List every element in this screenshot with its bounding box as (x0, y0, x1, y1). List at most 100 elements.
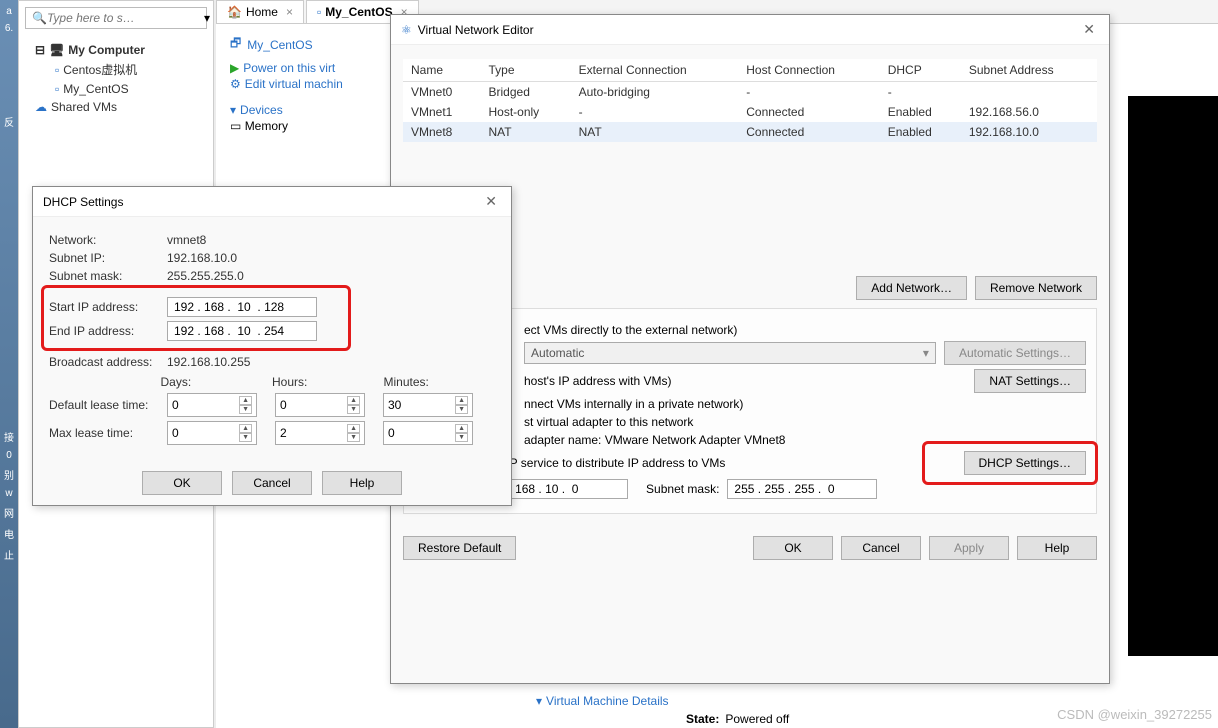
minutes-header: Minutes: (384, 375, 496, 389)
spin-up-icon[interactable]: ▲ (239, 424, 252, 433)
vm-group-icon: 🗗 (230, 34, 241, 55)
play-icon: ▶ (230, 61, 239, 75)
days-header: Days: (161, 375, 273, 389)
tree-item-label: Centos虚拟机 (63, 61, 137, 78)
table-cell: NAT (571, 122, 739, 142)
search-box[interactable]: 🔍 ▾ (25, 7, 207, 29)
dhcp-settings-button[interactable]: DHCP Settings… (964, 451, 1086, 475)
vne-title-bar[interactable]: ⚛ Virtual Network Editor ✕ (391, 15, 1109, 45)
ok-button[interactable]: OK (753, 536, 833, 560)
bridged-adapter-select[interactable]: Automatic (524, 342, 936, 364)
start-ip-input[interactable] (167, 297, 317, 317)
spinner-input[interactable] (280, 426, 330, 440)
state-value: Powered off (725, 712, 789, 726)
dropdown-icon[interactable]: ▾ (204, 11, 210, 25)
col-host[interactable]: Host Connection (738, 59, 879, 82)
tree-item-centos[interactable]: ▫ Centos虚拟机 (25, 59, 207, 80)
memory-icon: ▭ (230, 119, 241, 133)
col-name[interactable]: Name (403, 59, 481, 82)
default-hours-spinner[interactable]: ▲▼ (275, 393, 365, 417)
col-dhcp[interactable]: DHCP (880, 59, 961, 82)
col-ext[interactable]: External Connection (571, 59, 739, 82)
table-row[interactable]: VMnet1Host-only-ConnectedEnabled192.168.… (403, 102, 1097, 122)
spin-up-icon[interactable]: ▲ (347, 424, 360, 433)
default-minutes-spinner[interactable]: ▲▼ (383, 393, 473, 417)
restore-default-button[interactable]: Restore Default (403, 536, 516, 560)
tab-label: My_CentOS (325, 5, 392, 19)
spinner-input[interactable] (388, 398, 438, 412)
spin-down-icon[interactable]: ▼ (455, 433, 468, 442)
auto-settings-button[interactable]: Automatic Settings… (944, 341, 1086, 365)
subnet-mask-label: Subnet mask: (646, 482, 719, 496)
spin-down-icon[interactable]: ▼ (239, 405, 252, 414)
add-network-button[interactable]: Add Network… (856, 276, 967, 300)
spin-up-icon[interactable]: ▲ (347, 396, 360, 405)
table-row[interactable]: VMnet0BridgedAuto-bridging-- (403, 82, 1097, 103)
close-icon[interactable]: ✕ (1079, 21, 1099, 38)
tab-label: Home (246, 5, 278, 19)
table-cell: - (738, 82, 879, 103)
max-minutes-spinner[interactable]: ▲▼ (383, 421, 473, 445)
nat-settings-button[interactable]: NAT Settings… (974, 369, 1086, 393)
subnet-mask-input[interactable] (727, 479, 877, 499)
close-icon[interactable]: × (286, 5, 293, 19)
hostonly-hint: nnect VMs internally in a private networ… (524, 397, 743, 411)
tree-root-label: My Computer (68, 43, 145, 57)
tree-root[interactable]: ⊟ 🖥 My Computer (25, 41, 207, 59)
spin-down-icon[interactable]: ▼ (239, 433, 252, 442)
host-adapter-hint: st virtual adapter to this network (524, 415, 693, 429)
spinner-input[interactable] (280, 398, 330, 412)
computer-icon: 🖥 (49, 43, 64, 57)
col-subnet[interactable]: Subnet Address (961, 59, 1097, 82)
spin-up-icon[interactable]: ▲ (455, 424, 468, 433)
cancel-button[interactable]: Cancel (232, 471, 312, 495)
end-ip-input[interactable] (167, 321, 317, 341)
spin-down-icon[interactable]: ▼ (347, 433, 360, 442)
default-days-spinner[interactable]: ▲▼ (167, 393, 257, 417)
table-cell: VMnet0 (403, 82, 481, 103)
devices-title: Devices (240, 103, 283, 117)
table-cell: VMnet1 (403, 102, 481, 122)
table-cell (961, 82, 1097, 103)
start-ip-label: Start IP address: (49, 300, 167, 314)
max-days-spinner[interactable]: ▲▼ (167, 421, 257, 445)
network-icon: ⚛ (401, 23, 412, 37)
vm-icon: ▫ (55, 63, 59, 77)
close-icon[interactable]: ✕ (481, 193, 501, 210)
spin-up-icon[interactable]: ▲ (239, 396, 252, 405)
spin-down-icon[interactable]: ▼ (455, 405, 468, 414)
bridged-hint: ect VMs directly to the external network… (524, 323, 737, 337)
col-type[interactable]: Type (481, 59, 571, 82)
spin-down-icon[interactable]: ▼ (347, 405, 360, 414)
vne-networks-table[interactable]: Name Type External Connection Host Conne… (403, 59, 1097, 142)
table-cell: Connected (738, 122, 879, 142)
highlight-annotation (41, 285, 351, 351)
apply-button[interactable]: Apply (929, 536, 1009, 560)
spinner-input[interactable] (172, 398, 222, 412)
ok-button[interactable]: OK (142, 471, 222, 495)
spinner-input[interactable] (172, 426, 222, 440)
table-row[interactable]: VMnet8NATNATConnectedEnabled192.168.10.0 (403, 122, 1097, 142)
help-button[interactable]: Help (322, 471, 402, 495)
tab-home[interactable]: 🏠 Home × (216, 0, 304, 23)
tree-shared-vms[interactable]: ☁ Shared VMs (25, 98, 207, 116)
spin-up-icon[interactable]: ▲ (455, 396, 468, 405)
remove-network-button[interactable]: Remove Network (975, 276, 1097, 300)
spinner-input[interactable] (388, 426, 438, 440)
help-button[interactable]: Help (1017, 536, 1097, 560)
table-cell: Connected (738, 102, 879, 122)
table-cell: 192.168.10.0 (961, 122, 1097, 142)
state-label: State: (686, 712, 719, 726)
cancel-button[interactable]: Cancel (841, 536, 921, 560)
search-input[interactable] (47, 11, 204, 25)
network-value: vmnet8 (167, 233, 206, 247)
tree-toggle-icon[interactable]: ⊟ (35, 43, 45, 57)
tree-item-mycentos[interactable]: ▫ My_CentOS (25, 80, 207, 98)
vm-details-title[interactable]: ▾ Virtual Machine Details (536, 694, 789, 708)
dhcp-title-bar[interactable]: DHCP Settings ✕ (33, 187, 511, 217)
subnet-ip-label: Subnet IP: (49, 251, 167, 265)
max-hours-spinner[interactable]: ▲▼ (275, 421, 365, 445)
edit-label: Edit virtual machin (245, 77, 343, 91)
table-cell: VMnet8 (403, 122, 481, 142)
tree-shared-label: Shared VMs (51, 100, 117, 114)
